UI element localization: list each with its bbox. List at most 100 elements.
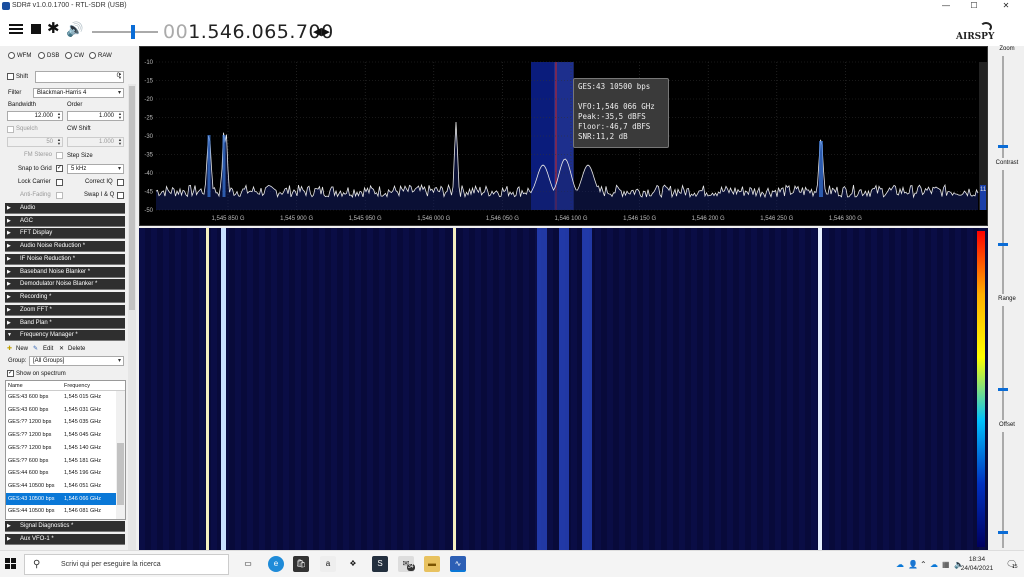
column-header-name[interactable]: Name: [8, 383, 23, 389]
waterfall-display[interactable]: [139, 228, 988, 550]
maximize-button[interactable]: ☐: [963, 0, 985, 12]
squelch-input[interactable]: 50 ▲ ▼: [7, 137, 63, 147]
speaker-icon[interactable]: 🔊: [66, 22, 83, 36]
shift-checkbox[interactable]: [7, 73, 14, 80]
mode-radio-dsb[interactable]: [38, 52, 45, 59]
edit-icon[interactable]: ✎: [33, 345, 38, 352]
section-recording[interactable]: ▶ Recording *: [5, 292, 125, 303]
waterfall-noise-band: [547, 228, 553, 550]
step-size-select[interactable]: 5 kHz ▾: [67, 164, 124, 174]
correct-iq-checkbox[interactable]: [117, 179, 124, 186]
table-row[interactable]: GES:?? 600 bps 1,545 181 GHz: [6, 455, 116, 468]
section-band-plan[interactable]: ▶ Band Plan *: [5, 318, 125, 329]
contrast-slider-thumb[interactable]: [998, 243, 1008, 246]
table-row[interactable]: GES:44 600 bps 1,545 196 GHz: [6, 467, 116, 480]
table-row[interactable]: GES:43 10500 bps 1,546 066 GHz: [6, 492, 116, 506]
snap-to-grid-checkbox[interactable]: [56, 165, 63, 172]
show-on-spectrum-checkbox[interactable]: [7, 370, 14, 377]
waterfall-noise-band: [307, 228, 313, 550]
filter-select[interactable]: Blackman-Harris 4 ▾: [33, 88, 124, 98]
sdr-sharp-taskbar-icon[interactable]: ∿: [450, 556, 466, 572]
table-row[interactable]: GES:44 10500 bps 1,546 051 GHz: [6, 480, 116, 493]
section-audio[interactable]: ▶ Audio: [5, 203, 125, 214]
section-zoom-fft[interactable]: ▶ Zoom FFT *: [5, 305, 125, 316]
dropbox-icon[interactable]: ❖: [345, 556, 361, 572]
table-row[interactable]: GES:?? 1200 bps 1,545 035 GHz: [6, 416, 116, 429]
network-icon[interactable]: ▦: [942, 560, 950, 569]
table-row[interactable]: GES:44 10500 bps 1,546 081 GHz: [6, 505, 116, 518]
cw-shift-input[interactable]: 1.000 ▲ ▼: [67, 137, 124, 147]
app-s-icon[interactable]: S: [372, 556, 388, 572]
amazon-icon[interactable]: a: [320, 556, 336, 572]
section-fft-display[interactable]: ▶ FFT Display: [5, 228, 125, 239]
spectrum-plot[interactable]: -10 -15 -20 -25 -30 -35 -40 -45 -50 1,545 850 G 1,…: [140, 47, 988, 226]
table-row[interactable]: GES:?? 1200 bps 1,545 140 GHz: [6, 442, 116, 455]
task-view-icon[interactable]: ▭: [240, 556, 256, 572]
squelch-checkbox[interactable]: [7, 126, 14, 133]
order-input[interactable]: 1.000 ▲ ▼: [67, 111, 124, 121]
table-row[interactable]: GES:43 600 bps 1,545 015 GHz: [6, 391, 116, 404]
section-frequency-manager[interactable]: ▼ Frequency Manager *: [5, 330, 125, 341]
delete-button[interactable]: Delete: [68, 346, 85, 352]
anti-fading-checkbox[interactable]: [56, 192, 63, 199]
close-button[interactable]: ✕: [995, 0, 1017, 12]
swap-iq-checkbox[interactable]: [117, 192, 124, 199]
mode-radio-wfm[interactable]: [8, 52, 15, 59]
menu-icon[interactable]: [9, 22, 23, 36]
new-button[interactable]: New: [16, 346, 28, 352]
notification-icon[interactable]: 🗨 15: [1006, 559, 1018, 570]
people-icon[interactable]: 👤: [908, 560, 918, 569]
group-select[interactable]: [All Groups] ▾: [29, 356, 124, 366]
mode-radio-cw[interactable]: [65, 52, 72, 59]
new-icon[interactable]: ✚: [7, 345, 12, 352]
edit-button[interactable]: Edit: [43, 346, 53, 352]
table-row[interactable]: GES:43 600 bps 1,545 031 GHz: [6, 404, 116, 417]
volume-slider[interactable]: [92, 31, 158, 33]
volume-slider-thumb[interactable]: [131, 25, 135, 39]
section-agc[interactable]: ▶ AGC: [5, 216, 125, 227]
table-row[interactable]: GES:?? 1200 bps 1,545 045 GHz: [6, 429, 116, 442]
windows-start-icon[interactable]: [5, 558, 17, 570]
section-signal-diagnostics[interactable]: ▶ Signal Diagnostics *: [5, 521, 125, 532]
stop-icon[interactable]: [31, 24, 41, 34]
minimize-button[interactable]: —: [935, 0, 957, 12]
waterfall-noise-band: [439, 228, 445, 550]
section-audio-noise-reduction[interactable]: ▶ Audio Noise Reduction *: [5, 241, 125, 252]
waterfall-noise-band: [919, 228, 925, 550]
spectrum-analyzer[interactable]: -10 -15 -20 -25 -30 -35 -40 -45 -50 1,545 850 G 1,…: [139, 46, 988, 226]
tray-chevron-up-icon[interactable]: ⌃: [920, 560, 927, 569]
taskbar-clock[interactable]: 18:34 24/04/2021: [952, 555, 1002, 573]
lock-carrier-checkbox[interactable]: [56, 179, 63, 186]
taskbar-search-box[interactable]: ⚲ Scrivi qui per eseguire la ricerca: [24, 554, 229, 575]
range-slider-thumb[interactable]: [998, 388, 1008, 391]
range-slider[interactable]: [1002, 306, 1004, 420]
bandwidth-input[interactable]: 12.000 ▲ ▼: [7, 111, 63, 121]
offset-slider-thumb[interactable]: [998, 531, 1008, 534]
shift-input[interactable]: 0 ▲ ▼: [35, 71, 124, 83]
section-demodulator-noise-blanker[interactable]: ▶ Demodulator Noise Blanker *: [5, 279, 125, 290]
zoom-slider[interactable]: [1002, 56, 1004, 158]
gear-icon[interactable]: ✱: [47, 21, 61, 36]
edge-browser-icon[interactable]: e: [268, 556, 284, 572]
frequency-step-arrows[interactable]: ◀▶: [313, 25, 330, 38]
delete-icon[interactable]: ✕: [59, 345, 64, 352]
frequency-display[interactable]: 001.546.065.700: [163, 21, 334, 43]
section-baseband-noise-blanker[interactable]: ▶ Baseband Noise Blanker *: [5, 267, 125, 278]
waterfall-noise-band: [319, 228, 325, 550]
waterfall-plot[interactable]: [139, 228, 988, 550]
cloud-icon[interactable]: ☁: [930, 560, 938, 569]
left-panel-scrollbar[interactable]: [128, 84, 136, 550]
section-aux-vfo-1[interactable]: ▶ Aux VFO-1 *: [5, 534, 125, 545]
zoom-slider-thumb[interactable]: [998, 145, 1008, 148]
fm-stereo-checkbox[interactable]: [56, 152, 63, 159]
file-explorer-icon[interactable]: ▬: [424, 556, 440, 572]
app-icon: [2, 2, 10, 10]
section-if-noise-reduction[interactable]: ▶ IF Noise Reduction *: [5, 254, 125, 265]
weather-icon[interactable]: ☁: [896, 560, 904, 569]
mail-icon[interactable]: ✉ 34: [398, 556, 415, 572]
column-header-frequency[interactable]: Frequency: [64, 383, 90, 389]
frequency-table-scrollbar[interactable]: [116, 391, 125, 519]
store-icon[interactable]: 🛍: [293, 556, 309, 572]
mode-radio-raw[interactable]: [89, 52, 96, 59]
contrast-slider[interactable]: [1002, 170, 1004, 294]
